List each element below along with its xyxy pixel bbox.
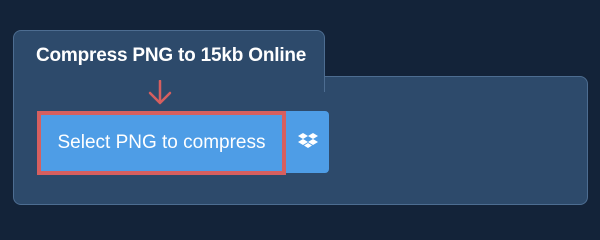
dropbox-button[interactable] xyxy=(286,111,329,173)
arrow-down-icon xyxy=(147,80,173,106)
select-png-button[interactable]: Select PNG to compress xyxy=(37,111,286,175)
dropbox-icon xyxy=(297,133,318,151)
tool-title: Compress PNG to 15kb Online xyxy=(36,45,307,66)
compress-tool: Compress PNG to 15kb Online Select PNG t… xyxy=(0,0,600,230)
